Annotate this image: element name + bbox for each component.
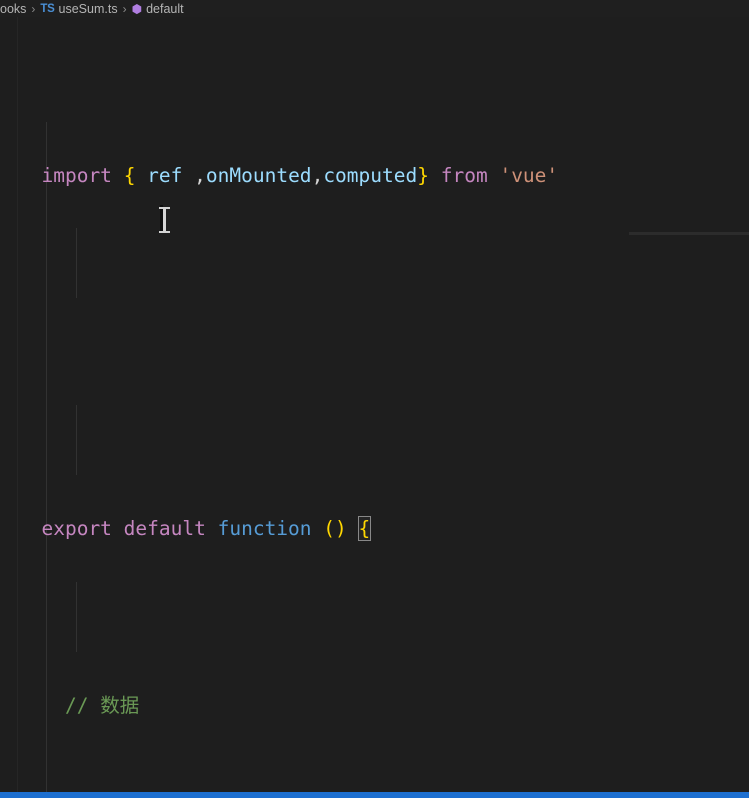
code-content[interactable]: import { ref ,onMounted,computed} from '… <box>18 17 558 792</box>
breadcrumb-symbol[interactable]: ⬢ default <box>132 2 184 16</box>
token-computed: computed <box>323 164 418 188</box>
breadcrumb-separator-icon: › <box>31 1 36 16</box>
space-2 <box>312 517 324 540</box>
breadcrumb-file[interactable]: TS useSum.ts <box>40 2 117 16</box>
token-import: import <box>41 164 112 188</box>
breadcrumb[interactable]: ooks › TS useSum.ts › ⬢ default <box>0 0 749 17</box>
token-onmounted: onMounted <box>205 164 312 188</box>
code-editor[interactable]: import { ref ,onMounted,computed} from '… <box>0 17 749 792</box>
token-brace-open-matched: { <box>357 516 372 542</box>
token-comma-1: , <box>194 164 206 188</box>
space-3 <box>488 164 500 187</box>
code-line-2-blank <box>18 335 558 370</box>
scrollbar-mark <box>629 232 749 235</box>
space-2 <box>429 164 441 187</box>
status-bar[interactable] <box>0 792 749 798</box>
token-module-string: 'vue' <box>499 164 559 188</box>
code-line-1: import { ref ,onMounted,computed} from '… <box>18 158 558 193</box>
typescript-icon: TS <box>40 2 55 15</box>
cube-icon: ⬢ <box>131 1 143 16</box>
breadcrumb-separator-icon-2: › <box>122 1 127 16</box>
code-line-4: // 数据 <box>18 688 558 723</box>
token-export-default: export default <box>41 517 206 541</box>
space-3 <box>347 517 359 540</box>
token-comment-data: // 数据 <box>64 693 140 717</box>
breadcrumb-symbol-label: default <box>146 1 184 16</box>
token-parens: () <box>323 517 347 541</box>
code-line-3: export default function () { <box>18 511 558 546</box>
breadcrumb-folder[interactable]: ooks <box>0 2 26 16</box>
token-from: from <box>440 164 488 188</box>
token-comma-2: , <box>311 164 324 188</box>
token-function: function <box>217 517 312 541</box>
token-brace-open: { <box>123 164 136 188</box>
vscode-editor-window: ooks › TS useSum.ts › ⬢ default import {… <box>0 0 749 798</box>
breadcrumb-folder-label: ooks <box>0 1 27 16</box>
editor-gutter <box>0 17 18 792</box>
token-ref: ref <box>135 164 195 188</box>
token-brace-close: } <box>417 164 429 188</box>
breadcrumb-file-label: useSum.ts <box>58 1 118 16</box>
